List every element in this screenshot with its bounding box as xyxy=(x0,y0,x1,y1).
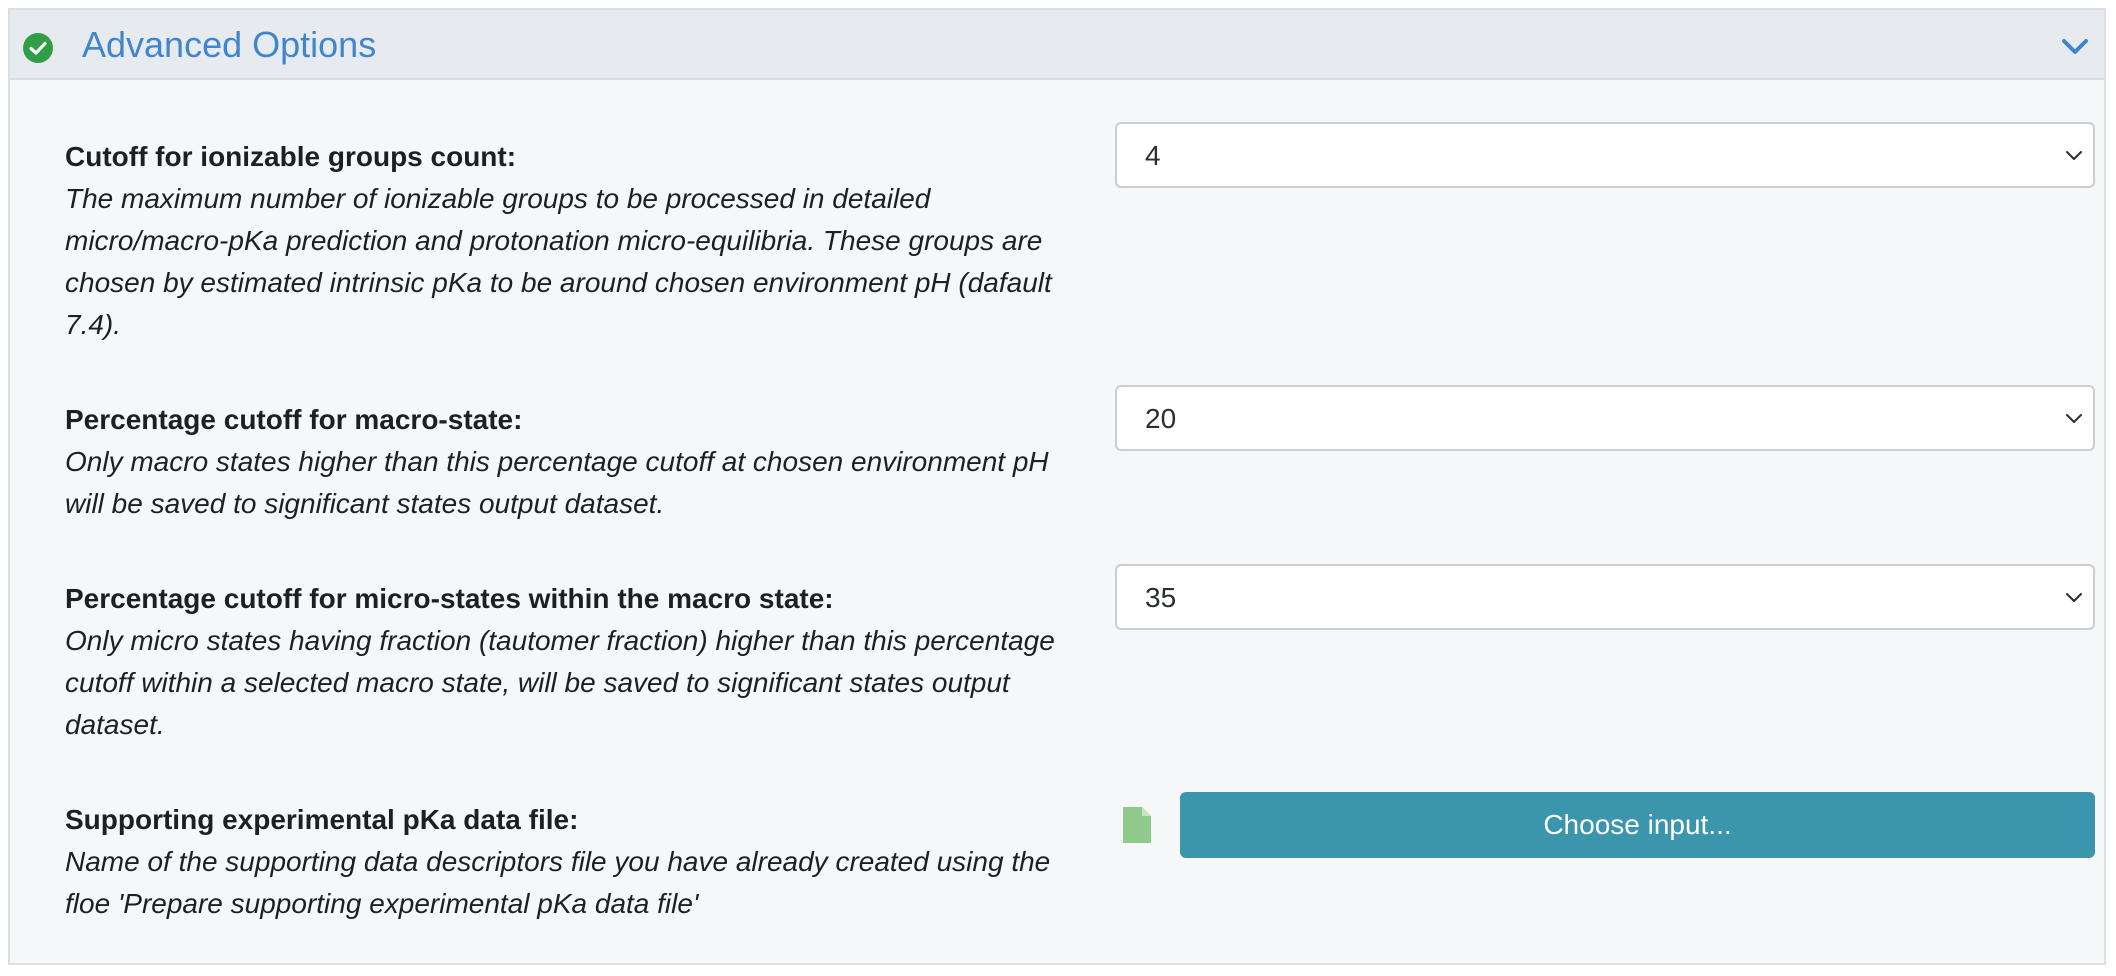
panel-title: Advanced Options xyxy=(82,24,377,65)
ionizable-groups-select[interactable]: 4 xyxy=(1115,122,2095,188)
field-ionizable-groups-label: Cutoff for ionizable groups count: The m… xyxy=(65,136,1075,346)
chevron-down-icon xyxy=(2066,593,2082,602)
field-description: Name of the supporting data descriptors … xyxy=(65,846,1051,919)
chevron-down-icon xyxy=(2066,414,2082,423)
field-description: Only micro states having fraction (tauto… xyxy=(65,625,1055,740)
check-circle-icon xyxy=(23,33,53,63)
micro-state-cutoff-select[interactable]: 35 xyxy=(1115,564,2095,630)
field-title: Percentage cutoff for micro-states withi… xyxy=(65,583,834,614)
select-value: 35 xyxy=(1145,582,1177,613)
field-macro-state-label: Percentage cutoff for macro-state: Only … xyxy=(65,399,1075,525)
choose-input-button[interactable]: Choose input... xyxy=(1180,792,2095,858)
file-icon xyxy=(1123,807,1151,843)
field-title: Percentage cutoff for macro-state: xyxy=(65,404,523,435)
field-supporting-data-label: Supporting experimental pKa data file: N… xyxy=(65,799,1075,925)
select-value: 20 xyxy=(1145,403,1177,434)
chevron-down-icon xyxy=(2066,151,2082,160)
select-value: 4 xyxy=(1145,140,1161,171)
field-title: Cutoff for ionizable groups count: xyxy=(65,141,517,172)
macro-state-cutoff-select[interactable]: 20 xyxy=(1115,385,2095,451)
field-micro-state-label: Percentage cutoff for micro-states withi… xyxy=(65,578,1075,746)
chevron-down-icon[interactable] xyxy=(2060,34,2090,58)
field-description: Only macro states higher than this perce… xyxy=(65,446,1049,519)
field-description: The maximum number of ionizable groups t… xyxy=(65,183,1052,340)
advanced-options-panel: Advanced Options Cutoff for ionizable gr… xyxy=(8,8,2106,965)
field-title: Supporting experimental pKa data file: xyxy=(65,804,579,835)
panel-header[interactable]: Advanced Options xyxy=(10,10,2104,80)
